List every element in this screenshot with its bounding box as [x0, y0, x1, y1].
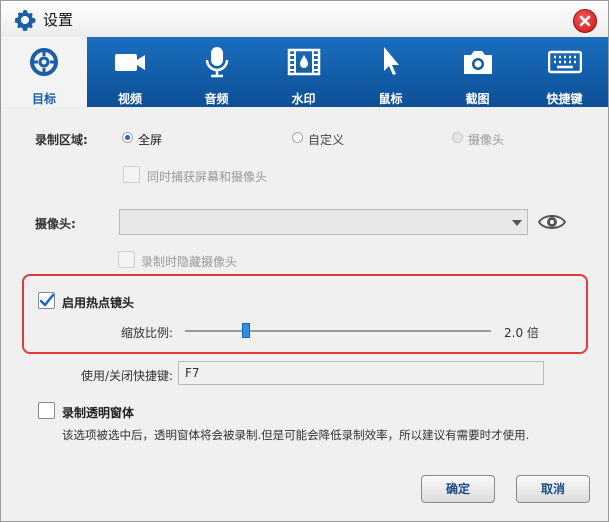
zoom-ratio-label: 缩放比例: — [121, 326, 174, 340]
tab-label: 音频 — [204, 92, 229, 106]
hide-webcam-label: 录制时隐藏摄像头 — [141, 255, 238, 269]
zoom-value-text: 2.0 倍 — [504, 326, 539, 340]
enable-hotspot-label: 启用热点镜头 — [62, 296, 135, 310]
hotkey-label: 使用/关闭快捷键: — [81, 369, 174, 383]
radio-webcam-label: 摄像头 — [468, 133, 505, 147]
checkmark-icon — [39, 293, 55, 307]
cursor-icon — [383, 47, 399, 75]
tab-target[interactable]: 目标 — [1, 37, 87, 107]
target-settings-panel: 录制区域: 全屏 自定义 摄像头 同时捕获屏幕和摄像头 摄像头: 录制时隐藏摄像… — [1, 107, 608, 521]
eye-icon[interactable] — [538, 213, 566, 231]
tab-bar: 目标 视频 音频 水印 鼠标 截图 快捷键 — [1, 37, 608, 107]
tab-label: 鼠标 — [378, 92, 403, 106]
settings-window: 设置 目标 视频 音频 水印 鼠标 截图 快捷键 录制区域: 全屏 自定义 摄像… — [0, 0, 609, 522]
tab-watermark[interactable]: 水印 — [260, 37, 347, 107]
hide-webcam-checkbox[interactable] — [118, 251, 135, 268]
zoom-slider-track[interactable] — [185, 330, 491, 332]
camera-icon — [463, 51, 492, 74]
capture-both-label: 同时捕获屏幕和摄像头 — [147, 170, 268, 184]
tab-audio[interactable]: 音频 — [173, 37, 260, 107]
capture-both-checkbox[interactable] — [123, 166, 140, 183]
zoom-slider-thumb[interactable] — [242, 323, 250, 338]
window-title: 设置 — [43, 11, 74, 29]
hotkey-value: F7 — [185, 366, 200, 380]
radio-custom[interactable] — [292, 132, 303, 143]
close-button[interactable] — [573, 9, 597, 33]
film-watermark-icon — [287, 48, 320, 76]
keyboard-icon — [547, 50, 582, 74]
chevron-down-icon — [512, 220, 522, 226]
crosshair-icon — [30, 48, 58, 76]
hotspot-highlight-box — [22, 274, 588, 354]
ok-button[interactable]: 确定 — [421, 475, 495, 503]
video-camera-icon — [115, 54, 145, 71]
transparent-window-label: 录制透明窗体 — [62, 406, 135, 420]
cancel-button[interactable]: 取消 — [516, 475, 590, 503]
tab-label: 视频 — [117, 92, 142, 106]
webcam-label: 摄像头: — [35, 217, 76, 231]
gear-icon — [14, 9, 36, 31]
transparent-window-description: 该选项被选中后，透明窗体将会被录制.但是可能会降低录制效率，所以建议有需要时才使… — [62, 428, 530, 442]
hotkey-input[interactable]: F7 — [178, 361, 544, 385]
tab-screenshot[interactable]: 截图 — [434, 37, 521, 107]
title-bar: 设置 — [1, 1, 608, 37]
tab-label: 截图 — [465, 92, 490, 106]
tab-label: 快捷键 — [546, 92, 583, 106]
enable-hotspot-checkbox[interactable] — [38, 292, 55, 309]
tab-mouse[interactable]: 鼠标 — [347, 37, 434, 107]
radio-fullscreen[interactable] — [122, 132, 133, 143]
close-icon — [579, 15, 591, 27]
radio-custom-label: 自定义 — [308, 133, 345, 147]
tab-label: 目标 — [31, 92, 56, 106]
radio-webcam[interactable] — [452, 132, 463, 143]
tab-label: 水印 — [291, 92, 316, 106]
tab-hotkeys[interactable]: 快捷键 — [521, 37, 608, 107]
microphone-icon — [205, 47, 228, 78]
transparent-window-checkbox[interactable] — [38, 402, 55, 419]
record-area-label: 录制区域: — [35, 133, 88, 147]
webcam-select[interactable] — [119, 209, 528, 235]
radio-fullscreen-label: 全屏 — [138, 133, 163, 147]
tab-video[interactable]: 视频 — [87, 37, 173, 107]
